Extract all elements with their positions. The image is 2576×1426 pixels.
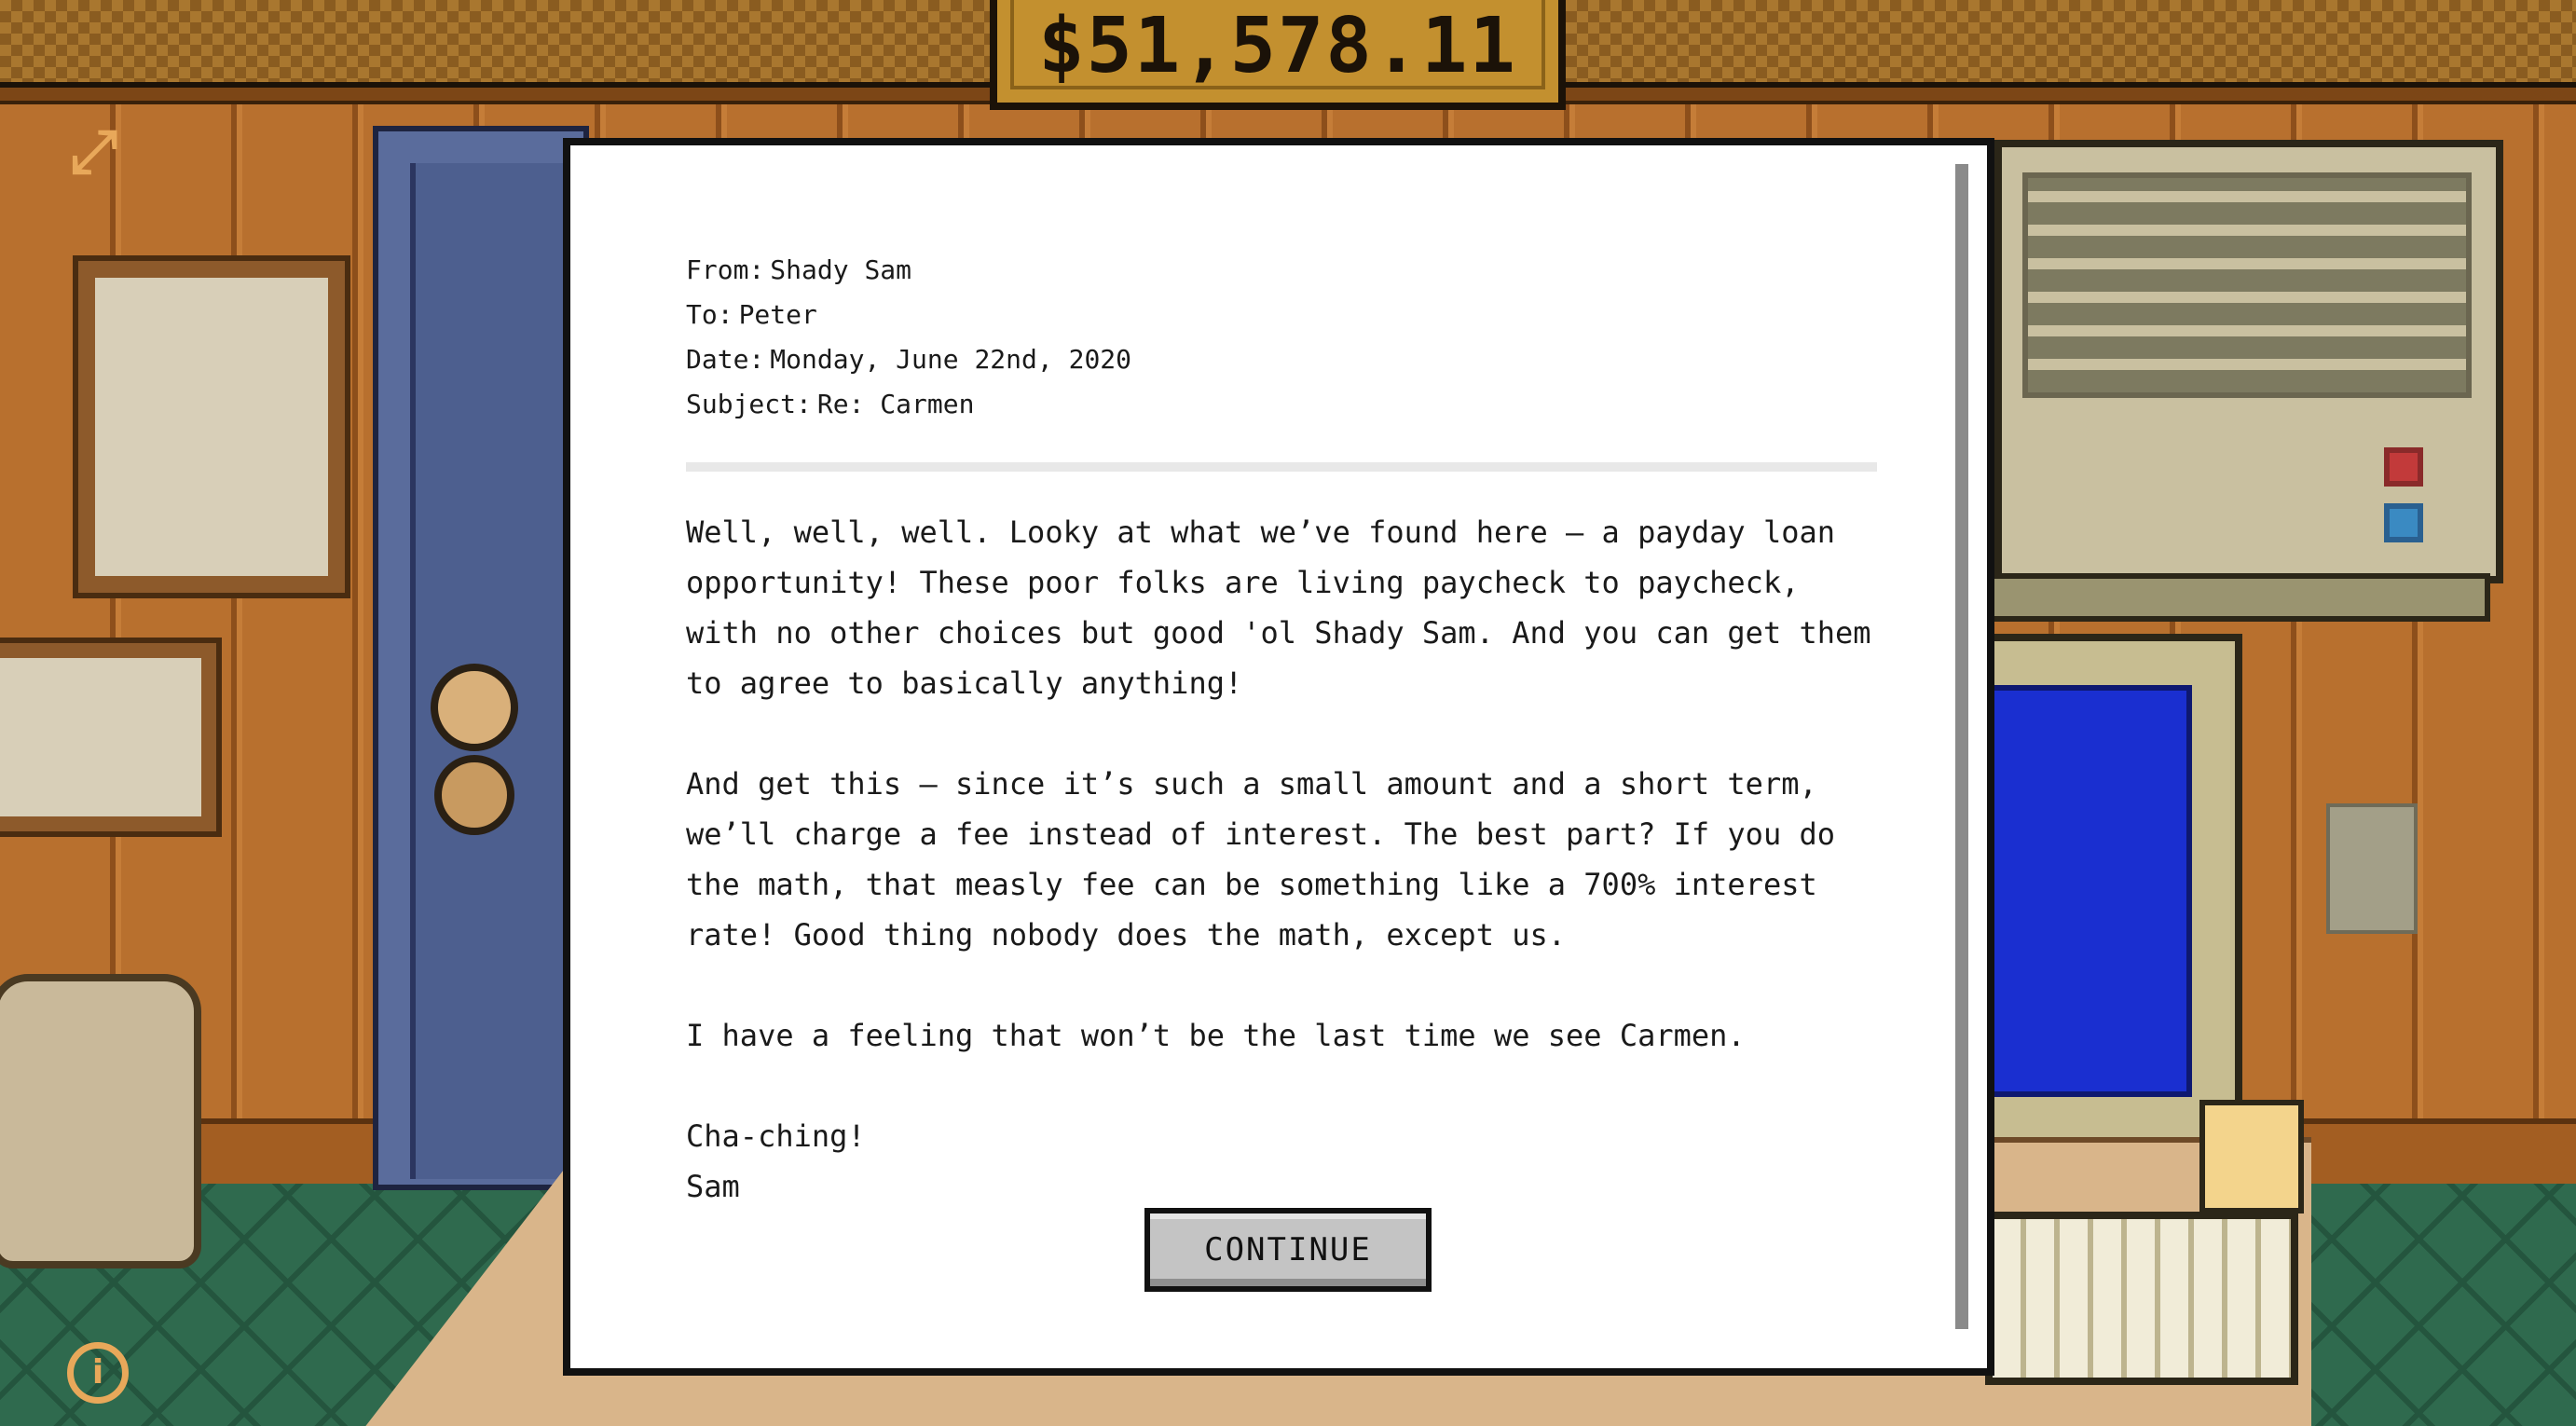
email-to-line: To: Peter (686, 293, 1888, 337)
monitor-screen (1976, 685, 2192, 1097)
ac-red-button (2384, 447, 2423, 487)
keyboard (1985, 1212, 2298, 1385)
ac-blue-button (2384, 503, 2423, 542)
framed-certificate-small (0, 638, 222, 837)
email-from-line: From: Shady Sam (686, 248, 1888, 293)
email-paragraph: And get this – since it’s such a small a… (686, 766, 1835, 953)
ac-shelf (1976, 573, 2490, 622)
email-subject-line: Subject: Re: Carmen (686, 382, 1888, 427)
header-divider (686, 462, 1877, 472)
date-value: Monday, June 22nd, 2020 (770, 344, 1132, 375)
email-paragraph: I have a feeling that won’t be the last … (686, 1018, 1746, 1053)
from-value: Shady Sam (770, 254, 912, 285)
subject-label: Subject: (686, 389, 812, 419)
email-signature: Sam (686, 1169, 740, 1204)
email-paragraph: Well, well, well. Looky at what we’ve fo… (686, 514, 1871, 701)
doorknob (431, 664, 518, 751)
air-conditioner-vent (2022, 172, 2472, 398)
to-value: Peter (738, 299, 817, 330)
continue-button[interactable]: CONTINUE (1144, 1208, 1432, 1292)
email-dialog: From: Shady Sam To: Peter Date: Monday, … (563, 138, 1994, 1376)
light-switch (2326, 803, 2418, 934)
scrollbar-thumb[interactable] (1955, 164, 1968, 1329)
subject-value: Re: Carmen (816, 389, 975, 419)
email-content: From: Shady Sam To: Peter Date: Monday, … (686, 248, 1888, 1212)
framed-certificate (73, 255, 350, 598)
info-icon[interactable]: i (67, 1342, 129, 1404)
from-label: From: (686, 254, 765, 285)
door-lock (434, 755, 514, 835)
player-hand (2199, 1100, 2304, 1213)
email-date-line: Date: Monday, June 22nd, 2020 (686, 337, 1888, 382)
expand-arrows-icon[interactable]: ⤢ (62, 119, 127, 185)
email-signoff: Cha-ching! (686, 1118, 866, 1154)
money-counter: $51,578.11 (990, 0, 1566, 110)
waste-bucket (0, 974, 201, 1268)
date-label: Date: (686, 344, 765, 375)
to-label: To: (686, 299, 733, 330)
money-value: $51,578.11 (1038, 2, 1517, 90)
